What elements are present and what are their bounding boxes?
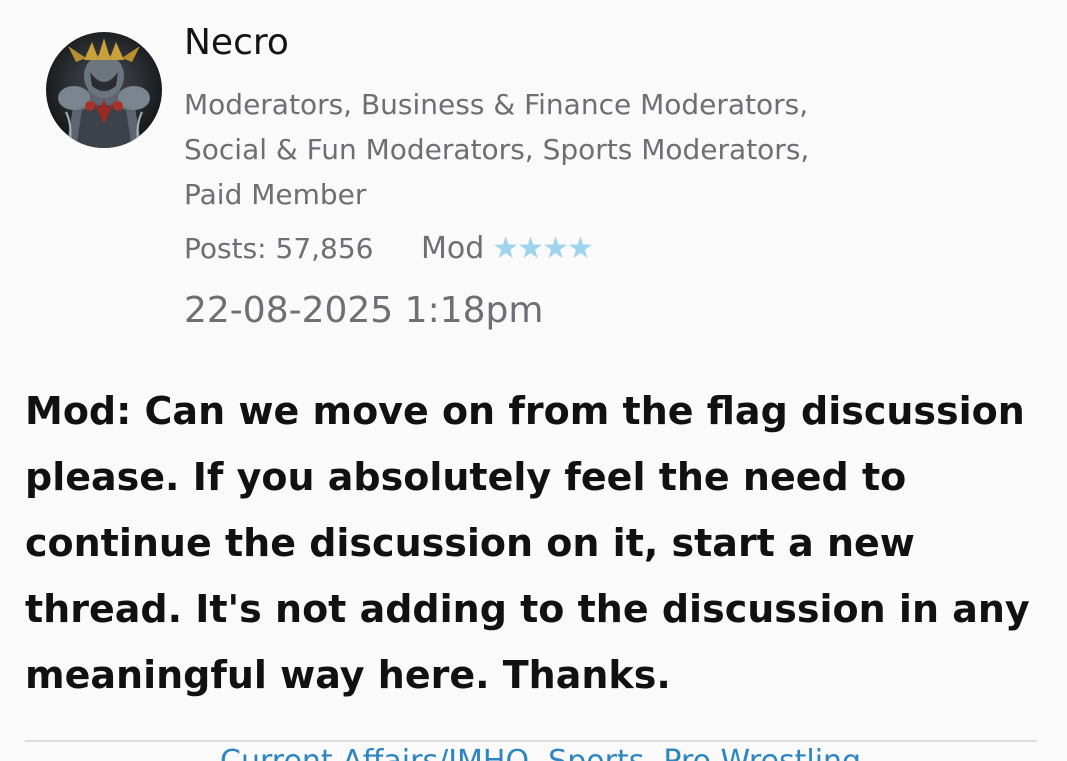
author-groups: Moderators, Business & Finance Moderator… <box>184 88 810 211</box>
rank-stars-icon: ★★★★ <box>492 231 594 266</box>
divider <box>25 740 1037 742</box>
post-body: Mod: Can we move on from the flag discus… <box>25 389 1030 697</box>
post-count: Posts: 57,856 <box>184 232 374 265</box>
rank-label: Mod <box>421 231 485 266</box>
post-container: Necro Moderators, Business & Finance Mod… <box>0 0 1067 761</box>
avatar-image <box>46 32 162 148</box>
author-stats: Posts: 57,856 Mod ★★★★ <box>184 231 594 266</box>
author-username[interactable]: Necro <box>184 22 289 63</box>
category-link[interactable]: Current Affairs/IMHO, Sports, Pro Wrestl… <box>220 744 861 761</box>
user-avatar[interactable] <box>46 32 162 148</box>
user-rank: Mod ★★★★ <box>421 231 594 266</box>
post-date[interactable]: 22-08-2025 1:18pm <box>184 290 543 331</box>
